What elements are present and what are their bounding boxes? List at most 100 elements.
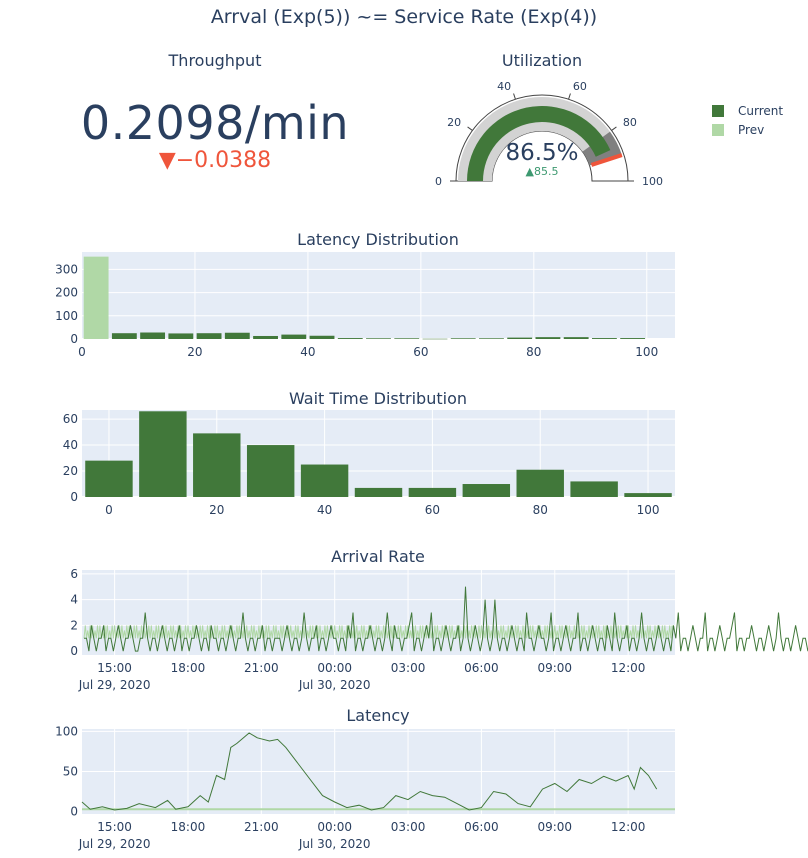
x-tick-label: 21:00 [244, 820, 279, 834]
x-tick-date-label: Jul 29, 2020 [78, 837, 151, 851]
bar-current [309, 335, 335, 339]
bar-current [479, 338, 504, 339]
x-tick-label: 0 [78, 345, 86, 359]
bar-current [246, 445, 295, 497]
bar-current [300, 464, 349, 497]
y-tick-label: 300 [55, 262, 78, 276]
x-tick-label: 00:00 [317, 661, 352, 675]
x-tick-date-label: Jul 30, 2020 [298, 837, 371, 851]
x-tick-label: 80 [533, 503, 548, 517]
y-tick-label: 100 [55, 724, 78, 738]
x-tick-label: 60 [413, 345, 428, 359]
bar-current [462, 484, 511, 497]
bar-prev [83, 256, 109, 339]
x-tick-label: 18:00 [171, 661, 206, 675]
bar-current [111, 333, 137, 339]
latency-distribution-chart: 0 100 200 300 0 20 40 60 80 100 [55, 252, 675, 359]
x-tick-label: 15:00 [97, 661, 132, 675]
bar-current [354, 487, 403, 497]
latency-dist-plot-area [82, 252, 675, 339]
x-tick-label: 06:00 [464, 820, 499, 834]
gauge-tick [568, 93, 571, 100]
legend-swatch-current [712, 104, 724, 117]
x-tick-label: 03:00 [391, 661, 426, 675]
x-tick-date-label: Jul 30, 2020 [298, 678, 371, 692]
legend-label-prev: Prev [738, 122, 765, 137]
gauge-tick-label: 40 [497, 80, 511, 93]
x-tick-label: 18:00 [171, 820, 206, 834]
gauge-tick-label: 100 [642, 175, 663, 188]
utilization-reference: ▲85.5 [525, 165, 559, 178]
x-tick-label: 20 [187, 345, 202, 359]
x-tick-label: 0 [105, 503, 113, 517]
bar-current [450, 338, 476, 339]
legend: Current Prev [712, 101, 783, 139]
bar-current [85, 460, 133, 497]
y-tick-label: 40 [63, 438, 78, 452]
y-tick-label: 0 [70, 805, 78, 819]
bar-current [196, 333, 222, 339]
throughput-value: 0.2098/min [80, 96, 350, 150]
y-tick-label: 4 [70, 593, 78, 607]
x-tick-label: 100 [635, 345, 658, 359]
y-tick-label: 200 [55, 286, 78, 300]
arrival-rate-chart: 0 2 4 6 15:00 Jul 29, 2020 18:00 21:00 00:00 Jul … [70, 567, 808, 692]
bar-current [193, 433, 241, 497]
bar-current [535, 337, 561, 339]
bar-current [140, 332, 166, 339]
gauge-tick-label: 0 [435, 175, 442, 188]
x-tick-label: 20 [209, 503, 224, 517]
gauge-tick [513, 93, 516, 100]
bar-current [224, 332, 250, 339]
gauge-tick [467, 126, 473, 131]
bar-current [168, 333, 194, 339]
gauge-tick-label: 80 [623, 116, 637, 129]
bar-current [337, 338, 363, 339]
y-tick-label: 100 [55, 309, 78, 323]
utilization-value: 86.5% [505, 140, 579, 166]
legend-swatch-prev [712, 123, 724, 136]
legend-item-prev[interactable]: Prev [712, 120, 783, 139]
throughput-delta: ▼−0.0388 [158, 148, 272, 173]
bar-current [139, 411, 187, 497]
x-tick-label: 100 [637, 503, 660, 517]
y-tick-label: 20 [63, 464, 78, 478]
page-title: Arrval (Exp(5)) ~= Service Rate (Exp(4)) [210, 6, 598, 28]
y-tick-label: 0 [70, 332, 78, 346]
wait-time-distribution-chart: 0 20 40 60 0 20 40 60 80 100 [63, 410, 675, 517]
legend-label-current: Current [738, 103, 784, 118]
latency-chart: 0 50 100 15:00 Jul 29, 2020 18:00 21:00 00:00 Ju… [55, 724, 675, 851]
x-tick-label: 80 [526, 345, 541, 359]
bar-current [507, 337, 533, 339]
throughput-title: Throughput [168, 51, 262, 70]
utilization-title: Utilization [501, 51, 583, 70]
gauge-tick-label: 20 [447, 116, 461, 129]
bar-current [366, 338, 391, 339]
x-tick-label: 21:00 [244, 661, 279, 675]
y-tick-label: 0 [70, 644, 78, 658]
bar-current [563, 337, 589, 339]
bar-current [394, 338, 420, 339]
gauge-tick-label: 60 [573, 80, 587, 93]
x-tick-label: 60 [425, 503, 440, 517]
bar-current [253, 335, 278, 339]
x-tick-label: 40 [317, 503, 332, 517]
bar-current [281, 334, 307, 339]
x-tick-label: 00:00 [317, 820, 352, 834]
x-tick-label: 40 [300, 345, 315, 359]
x-tick-label: 15:00 [97, 820, 132, 834]
y-tick-label: 60 [63, 412, 78, 426]
y-tick-label: 50 [63, 765, 78, 779]
legend-item-current[interactable]: Current [712, 101, 783, 120]
bar-current [591, 338, 617, 339]
bar-current [620, 338, 646, 339]
bar-current [516, 469, 564, 497]
x-tick-label: 09:00 [537, 820, 572, 834]
x-tick-label: 12:00 [611, 820, 646, 834]
y-tick-label: 0 [70, 490, 78, 504]
gauge-tick [611, 126, 617, 131]
x-tick-label: 03:00 [391, 820, 426, 834]
bar-current [422, 338, 448, 340]
x-tick-label: 06:00 [464, 661, 499, 675]
y-tick-label: 6 [70, 567, 78, 581]
